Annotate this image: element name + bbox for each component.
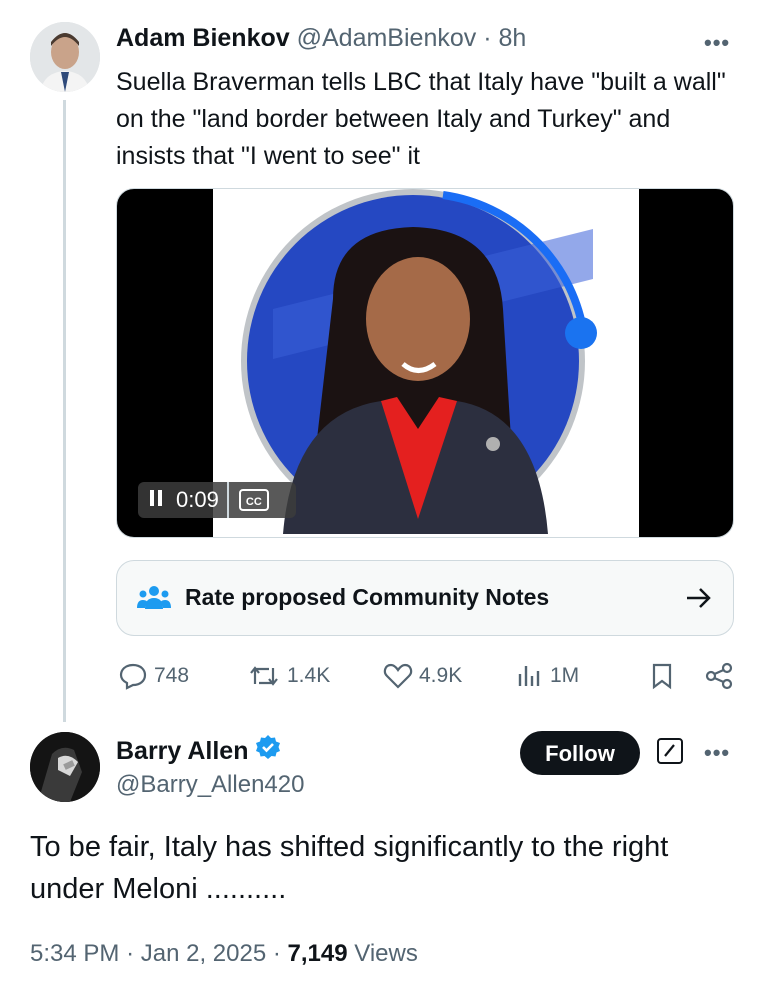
separator: · <box>272 940 288 967</box>
like-count: 4.9K <box>419 664 463 687</box>
video-controls: 0:09 CC <box>138 482 296 518</box>
reply-count: 748 <box>154 664 190 687</box>
repost-icon <box>250 666 278 686</box>
like-icon <box>383 663 413 689</box>
more-icon[interactable]: ••• <box>704 30 730 56</box>
reply-icon <box>119 663 147 690</box>
reply-author-handle[interactable]: @Barry_Allen420 <box>116 771 304 799</box>
author-handle[interactable]: @AdamBienkov <box>297 24 477 52</box>
views-label: Views <box>354 940 418 967</box>
thread-line <box>63 100 66 722</box>
share-icon[interactable] <box>704 662 734 690</box>
bookmark-icon[interactable] <box>650 662 674 690</box>
reply-author[interactable]: Barry Allen <box>116 734 282 769</box>
people-icon <box>137 583 171 618</box>
reply-text: To be fair, Italy has shifted significan… <box>30 831 669 905</box>
follow-button[interactable]: Follow <box>520 731 640 775</box>
avatar[interactable] <box>30 22 100 92</box>
community-notes-label: Rate proposed Community Notes <box>185 584 550 610</box>
author-name[interactable]: Adam Bienkov <box>116 24 290 52</box>
separator: · <box>126 940 141 967</box>
verified-icon <box>254 734 282 769</box>
cc-label: CC <box>245 496 262 508</box>
tweet-text: Suella Braverman tells LBC that Italy ha… <box>116 68 726 170</box>
views-count: 1M <box>550 664 580 687</box>
separator: · <box>483 24 492 52</box>
more-icon[interactable]: ••• <box>704 740 730 766</box>
reply-avatar[interactable] <box>30 732 100 802</box>
repost-count: 1.4K <box>287 664 331 687</box>
pause-icon[interactable] <box>148 487 168 513</box>
tweet-time[interactable]: 8h <box>499 24 527 52</box>
reply-time[interactable]: 5:34 PM <box>30 940 119 967</box>
reply-footer: 5:34 PM · Jan 2, 2025 · 7,149 Views <box>30 940 418 968</box>
views-count-bold: 7,149 <box>287 940 348 967</box>
like-action[interactable]: 4.9K <box>383 662 462 690</box>
reply-action[interactable]: 748 <box>118 662 189 690</box>
divider <box>226 482 229 518</box>
video-time: 0:09 <box>176 487 219 512</box>
cc-icon[interactable]: CC <box>238 489 269 511</box>
grok-icon[interactable] <box>657 738 683 764</box>
arrow-right-icon <box>685 585 713 616</box>
community-notes-button[interactable]: Rate proposed Community Notes <box>116 560 734 636</box>
tweet-header: Adam Bienkov @AdamBienkov · 8h <box>116 24 526 53</box>
reply-date[interactable]: Jan 2, 2025 <box>141 940 266 967</box>
repost-action[interactable]: 1.4K <box>247 662 330 690</box>
views-action[interactable]: 1M <box>516 662 579 690</box>
views-icon <box>518 666 540 686</box>
reply-author-name[interactable]: Barry Allen <box>116 737 248 766</box>
